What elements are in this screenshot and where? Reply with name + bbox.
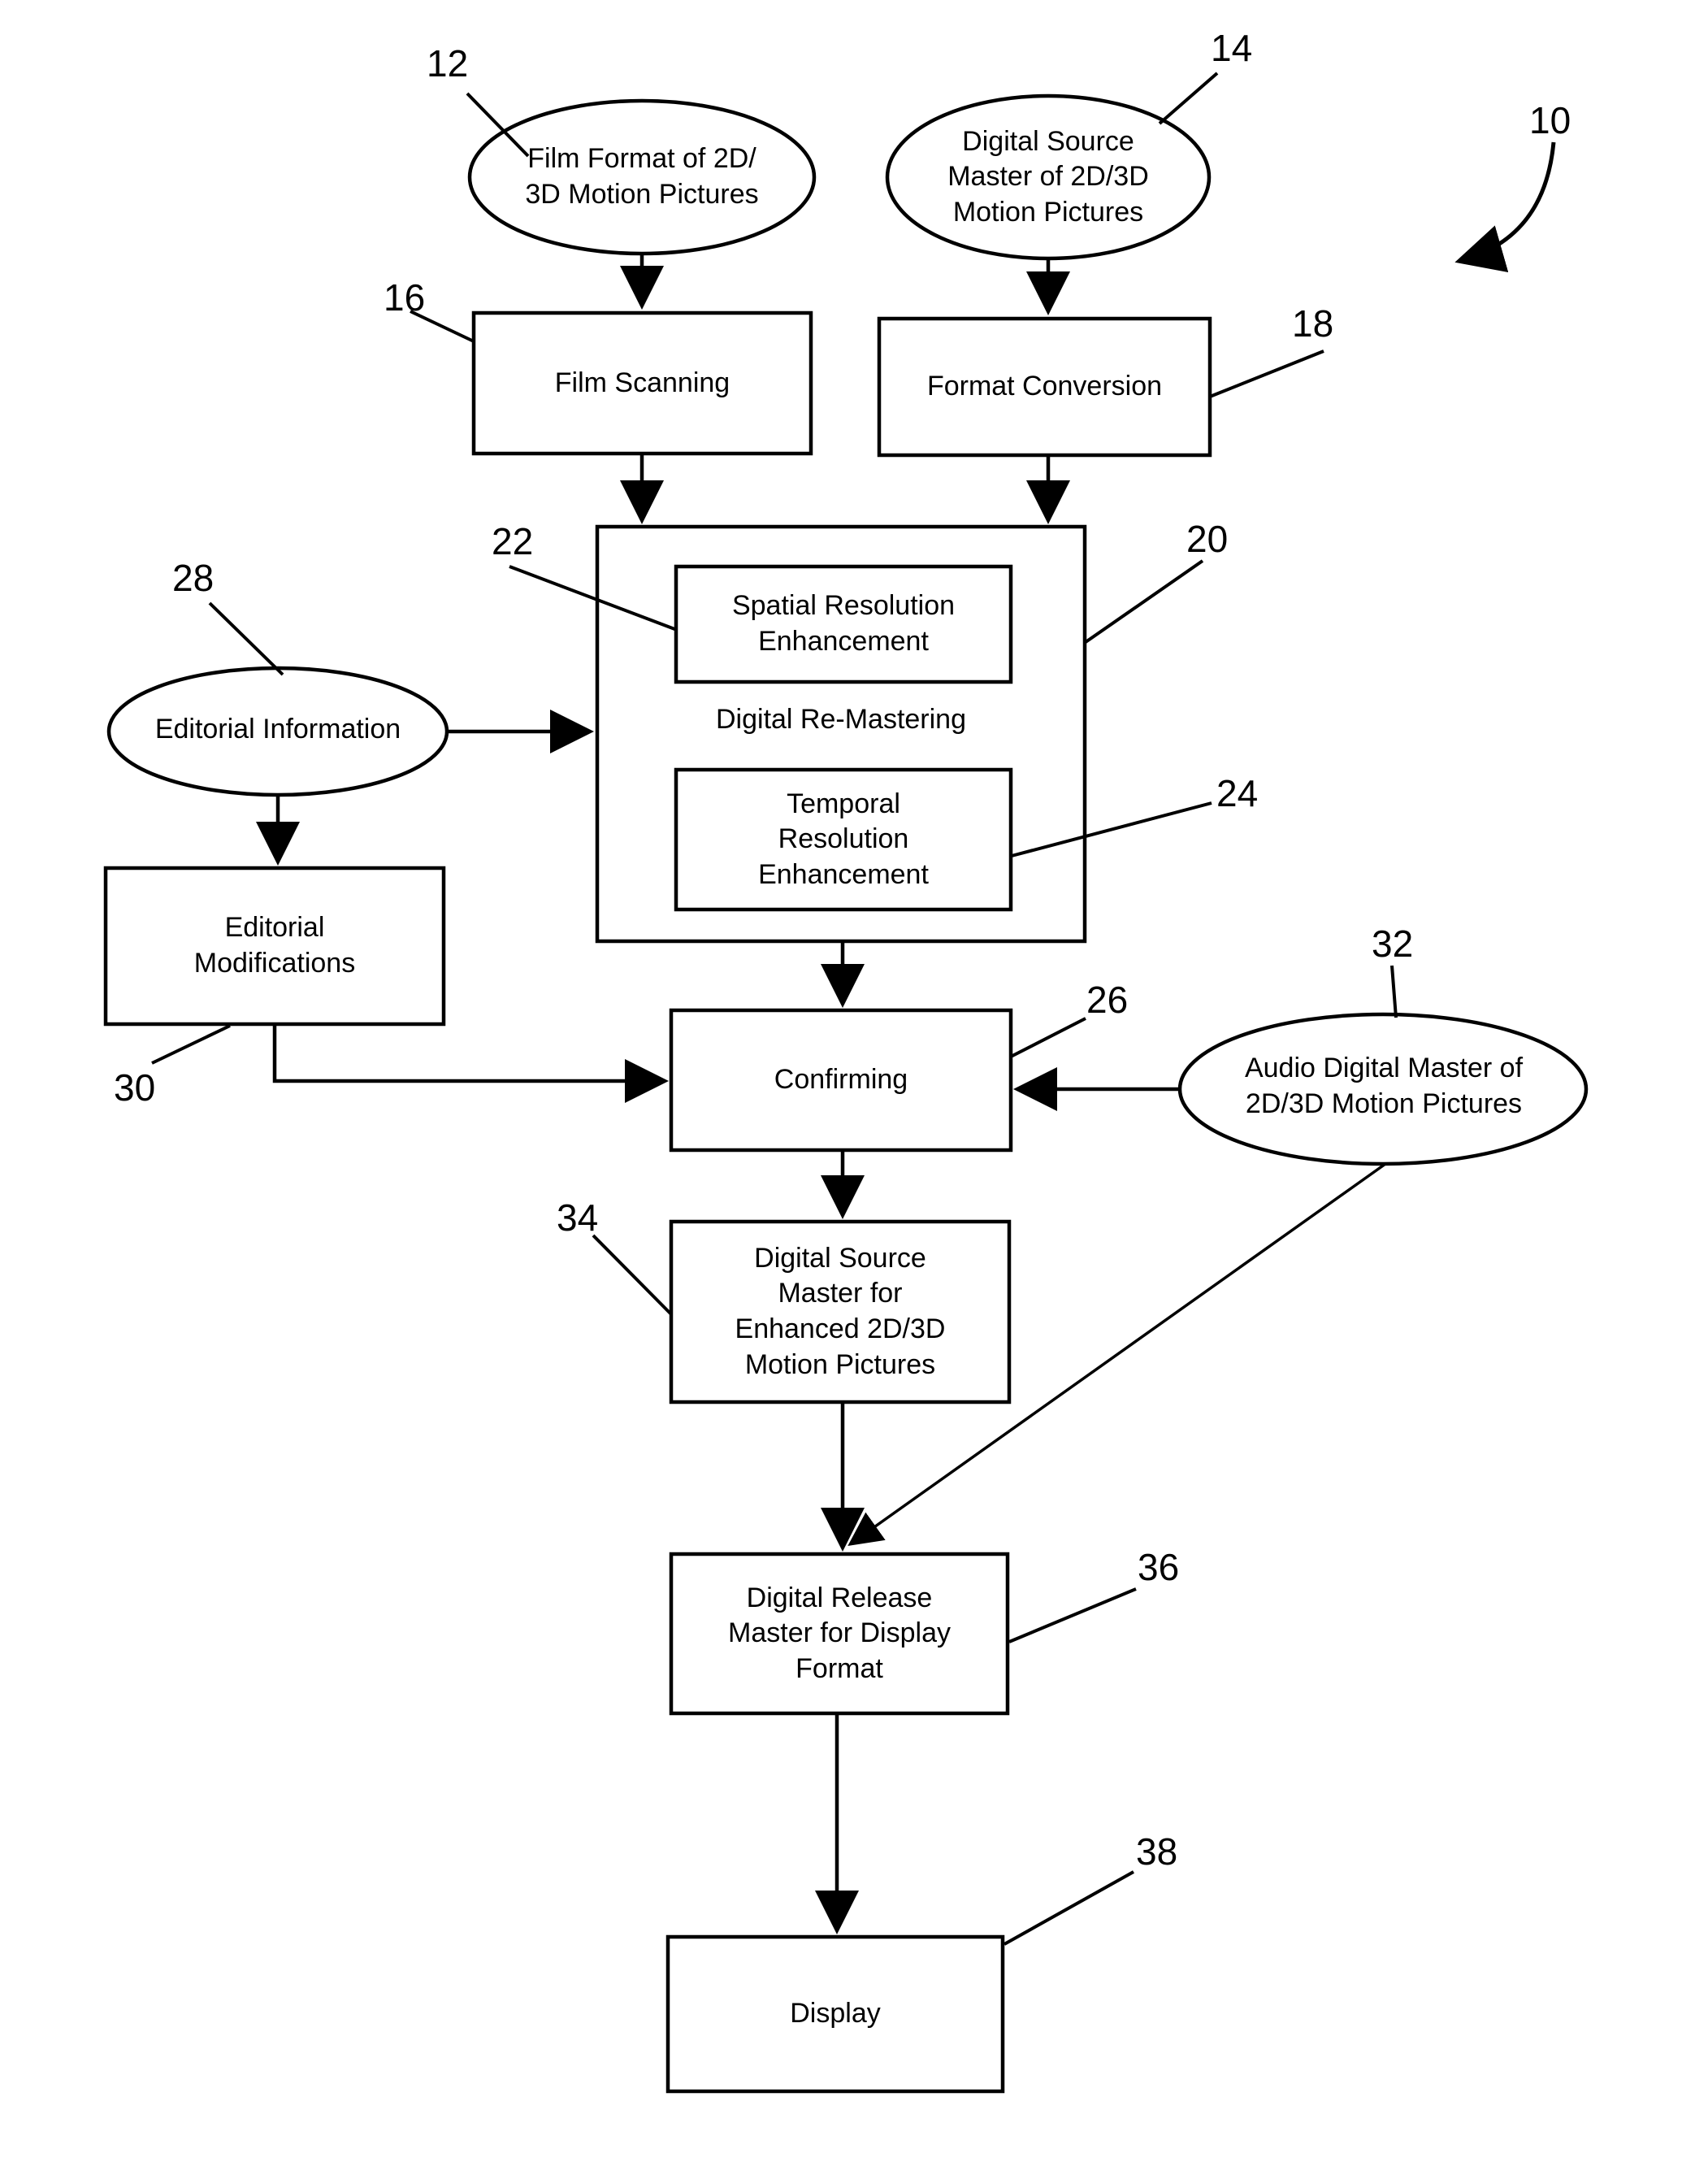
leader-line-36 (1008, 1587, 1137, 1643)
node-editorial-information-shape (106, 666, 449, 797)
ref-numeral-26: 26 (1086, 979, 1129, 1021)
node-film-scanning-shape (471, 310, 813, 456)
ref-numeral-32: 32 (1372, 923, 1414, 965)
ref-numeral-18: 18 (1292, 302, 1334, 345)
ref-numeral-16: 16 (384, 276, 426, 319)
node-temporal-resolution-enhancement-shape (674, 767, 1013, 912)
diagram-vector-layer (103, 72, 1589, 2094)
node-editorial-modifications-shape (103, 866, 446, 1027)
node-digital-source-master-enhanced-shape (669, 1219, 1012, 1404)
leader-line-24 (1011, 801, 1212, 857)
ref-numeral-10: 10 (1529, 99, 1571, 141)
ref-numeral-14: 14 (1211, 27, 1253, 69)
ref-numeral-30: 30 (114, 1066, 156, 1109)
ref-numeral-28: 28 (172, 557, 215, 599)
leader-line-38 (1004, 1870, 1134, 1946)
node-confirming-shape (669, 1008, 1013, 1153)
ref-numeral-24: 24 (1216, 772, 1259, 814)
node-digital-release-master-shape (669, 1552, 1010, 1716)
node-film-format-shape (467, 98, 817, 256)
overall-figure-arrow (1454, 141, 1556, 273)
leader-line-26 (1010, 1017, 1086, 1058)
ref-numeral-36: 36 (1138, 1546, 1180, 1588)
patent-figure-canvas: Digital Re-Mastering Workflow for 2D/3D … (0, 0, 1708, 2162)
leader-line-18 (1209, 349, 1324, 398)
node-format-conversion-shape (877, 316, 1212, 458)
node-audio-digital-master-shape (1177, 1012, 1589, 1166)
leader-line-14 (1158, 72, 1219, 125)
leader-line-28 (208, 601, 284, 676)
ref-numeral-12: 12 (427, 42, 469, 85)
leader-line-22 (509, 565, 678, 632)
node-display-shape (665, 1934, 1005, 2094)
ref-numeral-20: 20 (1186, 518, 1229, 560)
ref-numeral-22: 22 (492, 520, 534, 562)
connector-editorial-modifications-to-confirming (272, 1024, 669, 1103)
leader-line-32 (1390, 965, 1398, 1018)
ref-numeral-34: 34 (557, 1196, 599, 1239)
leader-line-30 (151, 1024, 231, 1065)
leader-line-34 (592, 1234, 673, 1316)
leader-line-20 (1084, 559, 1204, 644)
node-spatial-resolution-enhancement-shape (674, 564, 1013, 684)
ref-numeral-38: 38 (1136, 1830, 1178, 1873)
